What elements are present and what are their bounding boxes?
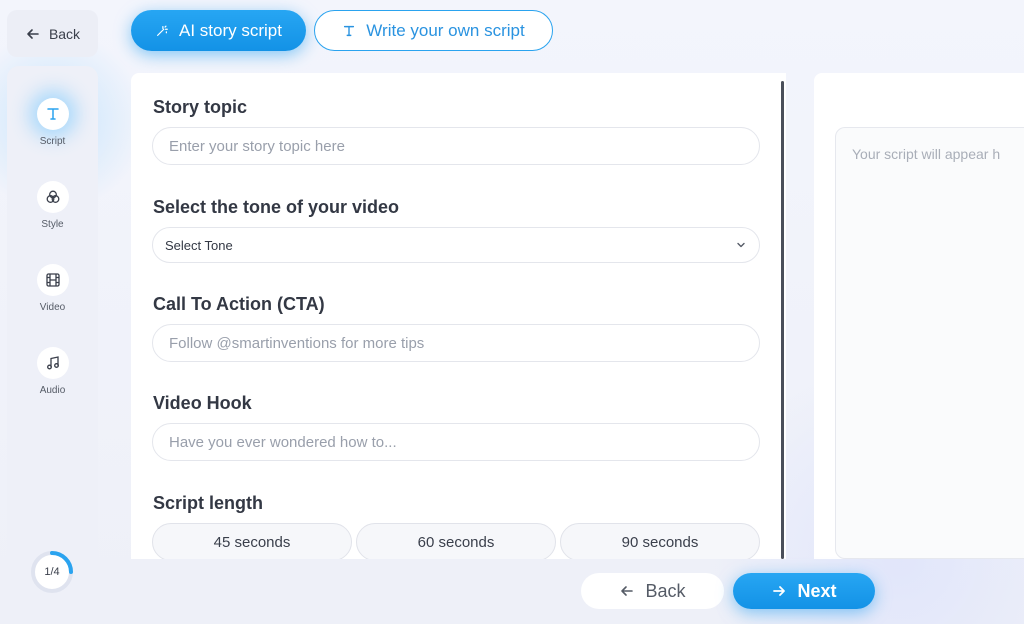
tab-label: AI story script bbox=[179, 20, 282, 40]
sidebar-item-style[interactable]: Style bbox=[7, 181, 98, 230]
cta-input[interactable]: Follow @smartinventions for more tips bbox=[152, 324, 760, 362]
tab-label: Write your own script bbox=[366, 20, 525, 40]
story-topic-label: Story topic bbox=[153, 97, 248, 117]
sidebar: Script Style Video Audio 1/4 bbox=[7, 66, 98, 610]
chevron-down-icon bbox=[737, 242, 745, 248]
film-icon bbox=[36, 264, 69, 296]
script-form: Story topic Enter your story topic here … bbox=[131, 73, 786, 559]
cta-label: Call To Action (CTA) bbox=[153, 294, 325, 314]
tone-label: Select the tone of your video bbox=[153, 197, 400, 217]
circles-icon bbox=[36, 181, 69, 213]
length-option-60[interactable]: 60 seconds bbox=[356, 523, 556, 559]
back-button-top[interactable]: Back bbox=[7, 10, 98, 57]
video-hook-input[interactable]: Have you ever wondered how to... bbox=[152, 423, 760, 461]
text-t-icon bbox=[36, 98, 69, 130]
length-option-45[interactable]: 45 seconds bbox=[152, 523, 352, 559]
story-topic-input[interactable]: Enter your story topic here bbox=[152, 127, 760, 165]
video-hook-label: Video Hook bbox=[153, 393, 252, 413]
sidebar-item-label: Script bbox=[39, 136, 66, 147]
back-label: Back bbox=[645, 580, 686, 601]
sidebar-item-video[interactable]: Video bbox=[7, 264, 98, 313]
back-button[interactable]: Back bbox=[581, 573, 724, 609]
form-scrollbar[interactable] bbox=[781, 81, 784, 559]
progress-indicator: 1/4 bbox=[30, 550, 74, 594]
script-length-label: Script length bbox=[153, 493, 264, 513]
sidebar-item-audio[interactable]: Audio bbox=[7, 347, 98, 396]
arrow-left-icon bbox=[27, 28, 39, 39]
progress-text: 1/4 bbox=[44, 566, 60, 578]
sidebar-item-label: Style bbox=[41, 219, 64, 230]
tab-ai-story-script[interactable]: AI story script bbox=[131, 10, 306, 51]
sidebar-item-script[interactable]: Script bbox=[7, 98, 98, 147]
sidebar-item-label: Video bbox=[39, 302, 66, 313]
arrow-right-icon bbox=[773, 586, 786, 596]
tone-select[interactable]: Select Tone bbox=[152, 227, 760, 263]
tone-select-value: Select Tone bbox=[165, 237, 233, 253]
music-note-icon bbox=[36, 347, 69, 379]
script-preview-panel: Your script will appear h bbox=[814, 73, 1024, 559]
magic-wand-icon bbox=[157, 25, 168, 36]
next-label: Next bbox=[797, 580, 837, 601]
script-output-area[interactable]: Your script will appear h bbox=[835, 127, 1024, 559]
length-option-90[interactable]: 90 seconds bbox=[560, 523, 760, 559]
arrow-left-icon bbox=[621, 586, 634, 596]
next-button[interactable]: Next bbox=[733, 573, 875, 609]
back-label: Back bbox=[48, 25, 81, 42]
tab-write-own-script[interactable]: Write your own script bbox=[314, 10, 553, 51]
sidebar-item-label: Audio bbox=[39, 385, 66, 396]
text-t-icon bbox=[344, 25, 355, 36]
